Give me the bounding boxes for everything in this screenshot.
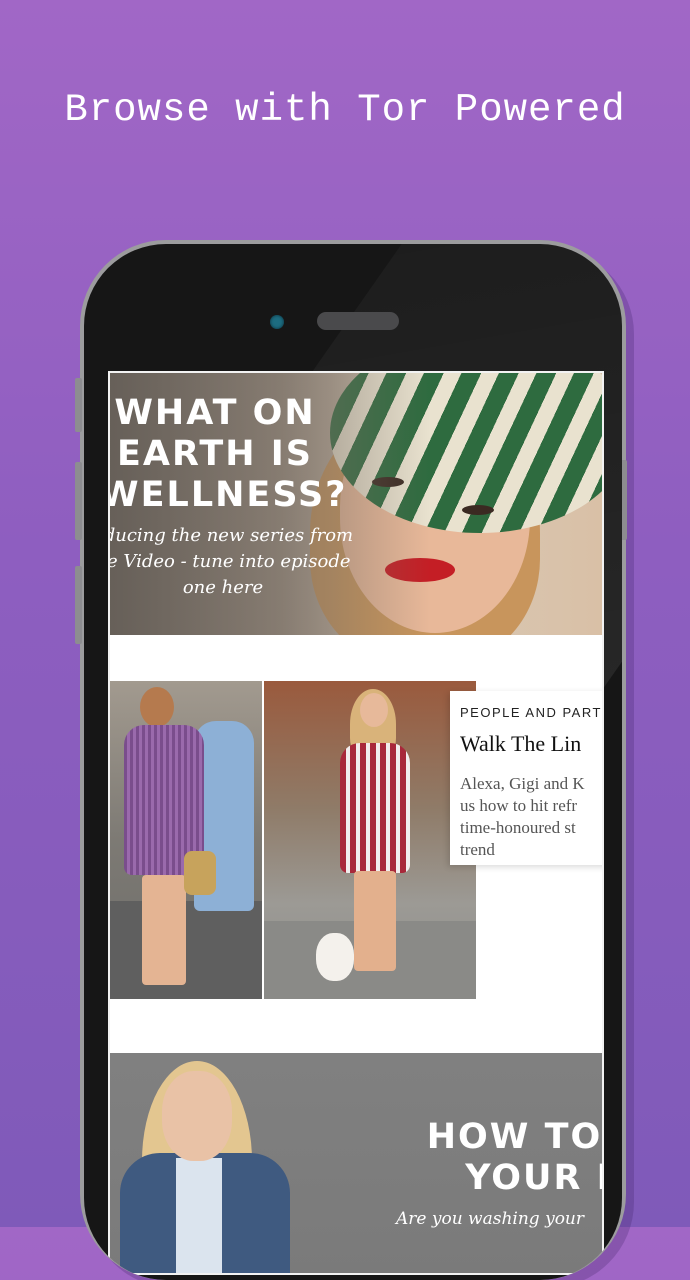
article-category[interactable]: PEOPLE AND PARTI [460,705,602,720]
hero-subtitle-line: one here [182,577,264,598]
article-photo-right[interactable] [264,681,476,999]
photo-right-dog [316,933,354,981]
article-photo-left[interactable] [110,681,262,999]
article-excerpt-line: trend [460,840,495,859]
hero-article-card[interactable]: WHAT ON EARTH IS WELLNESS? oducing the n… [110,373,602,635]
feature-article-card[interactable]: HOW TO W YOUR HA Are you washing your [110,1053,602,1273]
hero-title-line: EARTH IS [117,434,313,474]
hero-title-line: WELLNESS? [110,475,348,515]
article-excerpt-line: Alexa, Gigi and K [460,774,585,793]
article-excerpt-line: time-honoured st [460,818,576,837]
article-excerpt: Alexa, Gigi and K us how to hit refr tim… [460,773,602,861]
feature-subtitle: Are you washing your [396,1209,585,1229]
browser-screen[interactable]: WHAT ON EARTH IS WELLNESS? oducing the n… [108,371,604,1275]
article-card[interactable]: PEOPLE AND PARTI Walk The Lin Alexa, Gig… [450,691,602,865]
photo-left-head [140,687,174,727]
photo-right-face [360,693,388,727]
hero-subtitle-line: oducing the new series from [110,525,354,546]
hero-title-line: WHAT ON [114,393,316,433]
photo-right-legs [354,871,396,971]
hero-subtitle[interactable]: oducing the new series from ue Video - t… [110,523,358,601]
hero-subtitle-line: ue Video - tune into episode [110,551,351,572]
article-title[interactable]: Walk The Lin [460,731,581,757]
article-excerpt-line: us how to hit refr [460,796,578,815]
phone-bezel: WHAT ON EARTH IS WELLNESS? oducing the n… [84,244,622,1280]
photo-left-legs [142,875,186,985]
phone-volume-down [75,566,82,644]
earpiece-speaker [317,312,399,330]
feature-title[interactable]: HOW TO W YOUR HA [427,1117,602,1199]
phone-mockup: WHAT ON EARTH IS WELLNESS? oducing the n… [75,240,627,1280]
phone-volume-up [75,462,82,540]
feature-image-face [162,1071,232,1161]
photo-left-street [110,901,262,999]
feature-title-line: HOW TO W [426,1117,602,1157]
photo-right-dress [340,743,410,873]
front-camera [270,315,284,329]
app-headline: Browse with Tor Powered [64,88,626,132]
hero-title[interactable]: WHAT ON EARTH IS WELLNESS? [110,393,348,516]
photo-left-basket [184,851,216,895]
feature-image-shirt [176,1158,222,1273]
phone-mute-switch [75,378,82,432]
feature-title-line: YOUR HA [465,1158,602,1198]
